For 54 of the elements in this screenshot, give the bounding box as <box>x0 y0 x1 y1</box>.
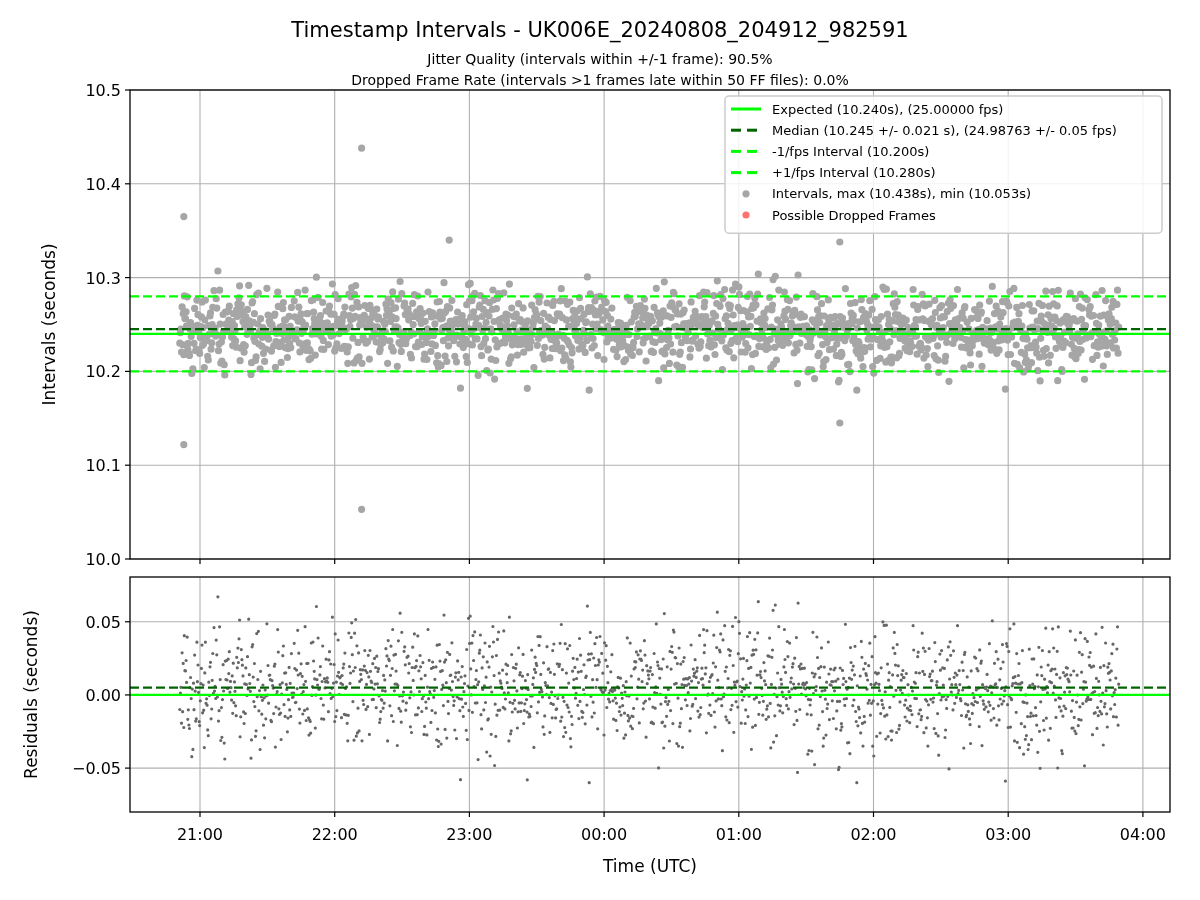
tick-mark <box>124 767 131 769</box>
y-tick-label: 10.1 <box>85 456 121 476</box>
y-axis-label: Intervals (seconds) <box>39 243 59 406</box>
tick-mark <box>124 694 131 696</box>
y-tick-label: 0.05 <box>85 612 121 632</box>
legend-label: +1/fps Interval (10.280s) <box>772 165 936 181</box>
tick-mark <box>1142 811 1144 818</box>
figure-subtitle: Dropped Frame Rate (intervals >1 frames late within 50 FF files): 0.0% <box>351 72 849 88</box>
x-tick-label: 01:00 <box>715 825 762 844</box>
tick-mark <box>872 558 875 565</box>
tick-mark <box>738 558 740 565</box>
legend-label: Possible Dropped Frames <box>772 207 936 223</box>
tick-mark <box>124 89 131 91</box>
y-tick-label: 10.0 <box>85 550 121 569</box>
tick-mark <box>1007 558 1009 565</box>
y-tick-label: 10.5 <box>85 81 121 100</box>
x-tick-label: 04:00 <box>1119 825 1166 844</box>
legend-label: Expected (10.240s), (25.00000 fps) <box>772 101 1004 117</box>
tick-mark <box>1007 811 1009 818</box>
y-tick-label: 10.3 <box>85 268 121 288</box>
tick-mark <box>603 811 605 818</box>
x-tick-label: 00:00 <box>581 825 628 844</box>
y-axis-label: Residuals (seconds) <box>21 610 41 779</box>
tick-mark <box>124 277 131 279</box>
tick-mark <box>334 558 336 565</box>
y-tick-label: −0.05 <box>71 759 121 779</box>
tick-mark <box>738 811 740 818</box>
figure-subtitle: Jitter Quality (intervals within +/-1 frame): 90.5% <box>427 51 773 67</box>
x-tick-label: 22:00 <box>311 825 358 844</box>
tick-mark <box>124 558 131 560</box>
y-tick-label: 10.2 <box>85 362 121 382</box>
tick-mark <box>199 811 201 818</box>
legend-label: Intervals, max (10.438s), min (10.053s) <box>772 186 1031 202</box>
tick-mark <box>468 811 470 818</box>
y-tick-label: 10.4 <box>85 174 121 194</box>
x-tick-label: 21:00 <box>176 825 224 844</box>
tick-mark <box>124 621 131 623</box>
x-tick-label: 03:00 <box>985 825 1032 844</box>
x-tick-label: 02:00 <box>850 825 897 844</box>
legend-label: -1/fps Interval (10.200s) <box>772 143 930 159</box>
tick-mark <box>468 558 470 565</box>
tick-mark <box>124 183 131 185</box>
tick-mark <box>603 558 605 565</box>
figure-title: Timestamp Intervals - UK006E_20240808_204912_982591 <box>291 18 909 42</box>
tick-mark <box>124 464 131 466</box>
x-axis-label: Time (UTC) <box>603 856 697 876</box>
tick-mark <box>1142 558 1144 565</box>
y-tick-label: 0.00 <box>85 685 121 705</box>
legend-label: Median (10.245 +/- 0.021 s), (24.98763 +/- 0.05 fps) <box>772 122 1117 138</box>
tick-mark <box>334 811 336 818</box>
tick-mark <box>199 558 201 565</box>
tick-mark <box>124 370 131 372</box>
x-tick-label: 23:00 <box>446 825 493 844</box>
tick-mark <box>872 811 875 818</box>
